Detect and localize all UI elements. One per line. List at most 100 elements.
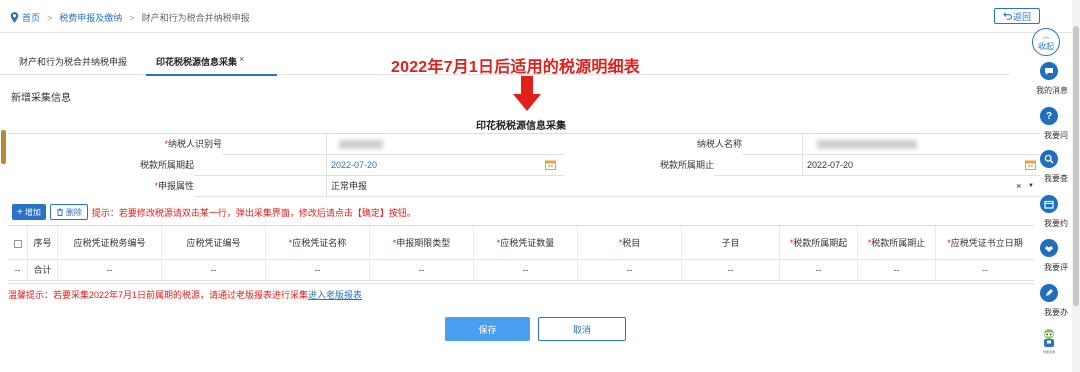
- table-cell: --: [780, 260, 858, 281]
- sidebar-item-label: 我的消息: [1036, 86, 1068, 95]
- old-report-link[interactable]: 进入老版报表: [308, 290, 362, 300]
- taxpayer-id-value: [326, 134, 564, 155]
- plus-icon: +: [17, 206, 23, 218]
- taxpayer-name-label: 纳税人名称: [564, 134, 742, 155]
- delete-button[interactable]: 删除: [49, 204, 88, 220]
- col-header: *应税凭证书立日期: [947, 238, 1023, 248]
- select-all-checkbox[interactable]: [8, 226, 28, 260]
- table-cell: --: [266, 260, 370, 281]
- collapse-button[interactable]: ︿ 收起: [1032, 28, 1060, 56]
- message-icon: [1040, 62, 1058, 80]
- breadcrumb: 首页 > 税费申报及缴纳 > 财产和行为税合并纳税申报: [10, 11, 250, 24]
- sidebar-item-label: 我要约: [1044, 219, 1068, 228]
- col-header: 序号: [28, 226, 58, 260]
- trash-icon: [56, 208, 63, 216]
- calendar-icon: [1040, 195, 1058, 213]
- breadcrumb-tax-declare[interactable]: 税费申报及缴纳: [59, 11, 122, 24]
- robot-icon: [1044, 329, 1054, 347]
- search-icon: [1040, 150, 1058, 168]
- table-cell: --: [578, 260, 682, 281]
- sidebar-item-search[interactable]: 我要查: [1028, 150, 1070, 184]
- location-pin-icon: [10, 12, 19, 23]
- period-start-label: 税款所属期起: [8, 155, 194, 176]
- table-cell: --: [162, 260, 266, 281]
- table-total-row: -- 合计 -- -- -- -- -- -- -- -- -- --: [8, 260, 1034, 281]
- col-header: *税款所属期起: [780, 226, 858, 260]
- warm-tip: 温馨提示：若要采集2022年7月1日前属期的税源，请通过老版报表进行采集进入老版…: [8, 290, 363, 300]
- form-title: 印花税税源信息采集: [476, 121, 566, 132]
- back-button-label: 返回: [1012, 11, 1031, 22]
- chevron-up-icon: ︿: [1042, 33, 1050, 40]
- col-header: *税款所属期止: [858, 226, 936, 260]
- table-cell: --: [370, 260, 474, 281]
- period-end-label: 税款所属期止: [564, 155, 714, 176]
- robot-label: 智能咨询: [1042, 350, 1055, 354]
- resize-handle[interactable]: [1, 130, 6, 164]
- edit-icon: [1040, 284, 1058, 302]
- col-header: *税目: [578, 226, 682, 260]
- annotation-text: 2022年7月1日后适用的税源明细表: [391, 59, 640, 76]
- sidebar-item-rate[interactable]: 我要评: [1028, 239, 1070, 273]
- taxpayer-name-value: [802, 134, 1040, 155]
- col-header: 应税凭证编号: [162, 226, 266, 260]
- tab-property-tax-declare[interactable]: 财产和行为税合并纳税申报: [19, 55, 127, 68]
- sidebar-item-label: 我要问: [1044, 131, 1068, 140]
- add-button[interactable]: + 增加: [12, 204, 46, 220]
- divider: [8, 283, 1034, 284]
- collapse-label: 收起: [1038, 42, 1054, 51]
- form-row: *纳税人识别号 纳税人名称: [8, 134, 1040, 155]
- table-cell: --: [858, 260, 936, 281]
- tab-label: 印花税税源信息采集: [156, 57, 238, 67]
- rating-icon: [1040, 239, 1058, 257]
- declare-attr-select[interactable]: 正常申报: [326, 176, 1040, 197]
- tab-close-icon[interactable]: ×: [239, 54, 244, 64]
- edit-tip: 提示：若要修改税源请双击某一行，弹出采集界面，修改后请点击【确定】按钮。: [91, 207, 416, 218]
- form-row: 税款所属期起 2022-07-20 税款所属期止 2022-07-20: [8, 155, 1040, 176]
- question-icon: ?: [1040, 107, 1058, 125]
- floating-service-bar: ︿ 收起 我的消息 ? 我要问 我要查 我要约 我要评 我要办 智能咨询: [1028, 28, 1070, 372]
- table-cell: --: [982, 265, 988, 275]
- sidebar-item-label: 我要办: [1044, 308, 1068, 317]
- clear-icon[interactable]: ×: [1016, 176, 1024, 197]
- declare-attr-label: *申报属性: [8, 176, 194, 197]
- sidebar-item-label: 我要评: [1044, 263, 1068, 272]
- table-cell: --: [474, 260, 578, 281]
- col-header: *应税凭证名称: [266, 226, 370, 260]
- breadcrumb-home[interactable]: 首页: [22, 11, 40, 24]
- table-cell: --: [58, 260, 162, 281]
- period-end-field[interactable]: 2022-07-20: [802, 155, 1040, 176]
- back-button[interactable]: 返回: [994, 8, 1040, 24]
- table-cell: --: [8, 260, 28, 281]
- tab-label: 财产和行为税合并纳税申报: [19, 57, 128, 67]
- form-row: *申报属性 正常申报 × ▼: [8, 176, 1040, 197]
- col-header: 子目: [682, 226, 780, 260]
- period-start-field[interactable]: 2022-07-20: [326, 155, 564, 176]
- col-header: *申报期限类型: [370, 226, 474, 260]
- breadcrumb-separator: >: [129, 12, 135, 23]
- tax-source-form: *纳税人识别号 纳税人名称 税款所属期起 2022-07-20 税款所属期止 2…: [8, 133, 1040, 197]
- sidebar-item-handle[interactable]: 我要办: [1028, 284, 1070, 318]
- save-button[interactable]: 保存: [445, 317, 530, 341]
- sidebar-item-messages[interactable]: 我的消息: [1028, 62, 1070, 96]
- down-arrow-icon: [513, 76, 541, 111]
- calendar-icon[interactable]: [545, 160, 556, 170]
- breadcrumb-current: 财产和行为税合并纳税申报: [141, 13, 250, 23]
- taxpayer-id-label: *纳税人识别号: [8, 134, 222, 155]
- section-title: 新增采集信息: [11, 93, 71, 104]
- cancel-button[interactable]: 取消: [538, 317, 626, 341]
- table-cell: --: [682, 260, 780, 281]
- scrollbar-thumb[interactable]: [1073, 26, 1079, 306]
- sidebar-robot-assistant[interactable]: 智能咨询: [1028, 328, 1070, 354]
- table-cell: 合计: [28, 260, 58, 281]
- top-bar: 首页 > 税费申报及缴纳 > 财产和行为税合并纳税申报 返回: [0, 0, 1080, 33]
- table-header-row: 序号 应税凭证税务编号 应税凭证编号 *应税凭证名称 *申报期限类型 *应税凭证…: [8, 226, 1034, 260]
- tab-stamp-tax-source[interactable]: 印花税税源信息采集 ×: [156, 54, 244, 68]
- active-tab-indicator: [146, 74, 277, 76]
- col-header: 应税凭证税务编号: [58, 226, 162, 260]
- col-header: *应税凭证数量: [474, 226, 578, 260]
- tax-source-table: 序号 应税凭证税务编号 应税凭证编号 *应税凭证名称 *申报期限类型 *应税凭证…: [8, 225, 1034, 281]
- sidebar-item-appointment[interactable]: 我要约: [1028, 195, 1070, 229]
- grid-toolbar: + 增加 删除 提示：若要修改税源请双击某一行，弹出采集界面，修改后请点击【确定】…: [12, 204, 416, 220]
- sidebar-item-ask[interactable]: ? 我要问: [1028, 107, 1070, 141]
- sidebar-item-label: 我要查: [1044, 174, 1068, 183]
